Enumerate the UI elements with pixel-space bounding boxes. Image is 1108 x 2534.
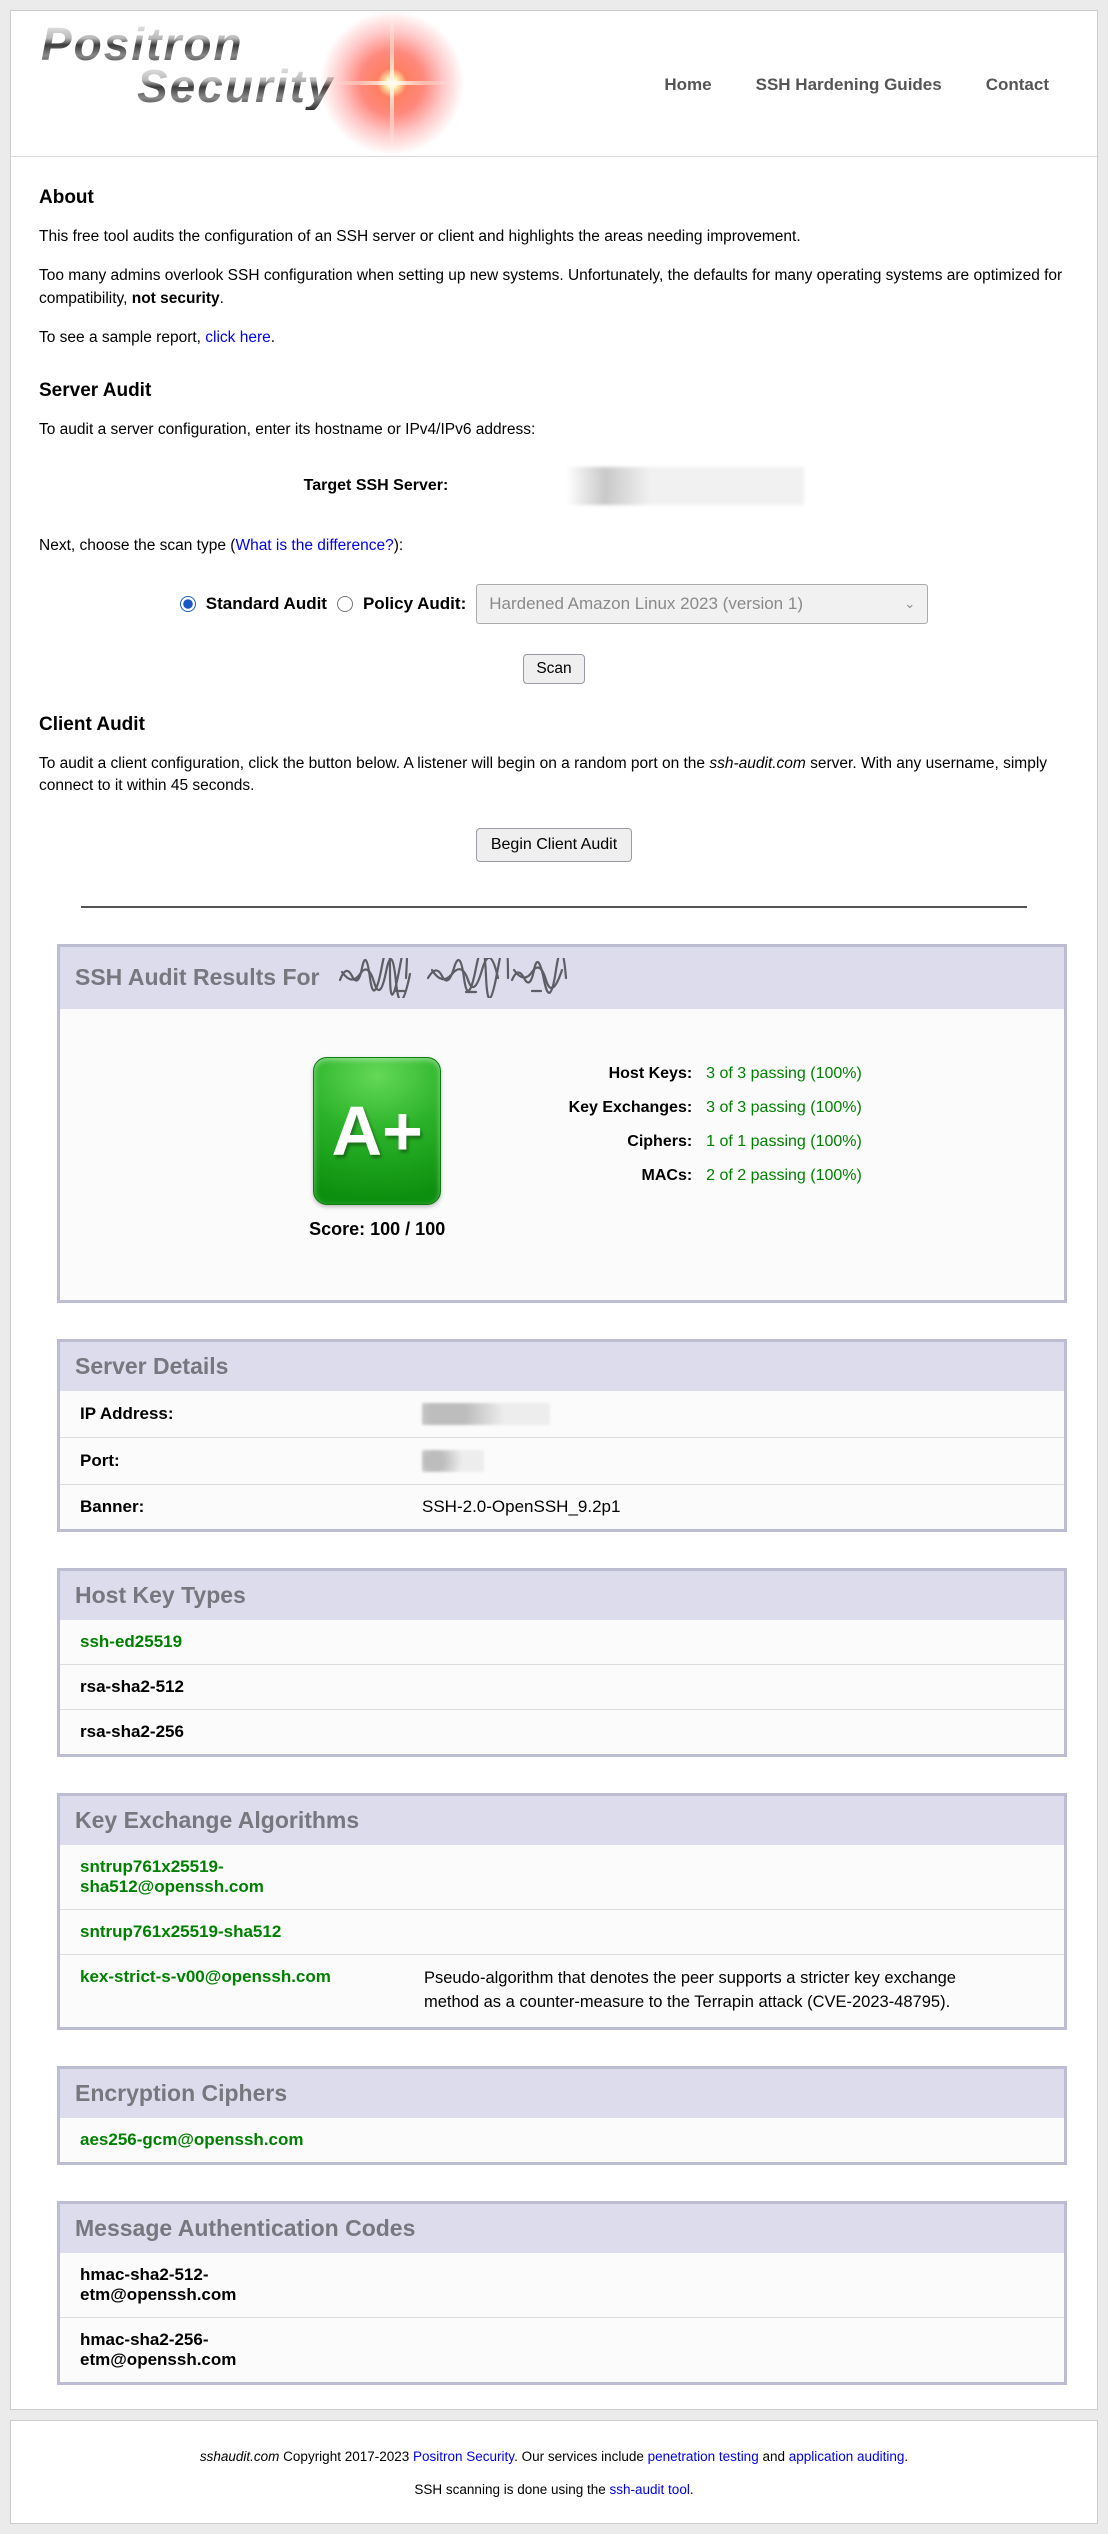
client-audit-button-row: Begin Client Audit — [39, 828, 1069, 862]
about-p2-bold: not security — [132, 290, 220, 307]
results-stats: Host Keys: 3 of 3 passing (100%) Key Exc… — [532, 1057, 862, 1201]
policy-audit-radio[interactable] — [337, 596, 353, 612]
client-audit-title: Client Audit — [39, 714, 1069, 736]
policy-audit-label[interactable]: Policy Audit: — [363, 594, 466, 614]
mac-row: hmac-sha2-256-etm@openssh.com — [60, 2317, 1064, 2382]
banner-value: SSH-2.0-OpenSSH_9.2p1 — [422, 1497, 620, 1517]
server-audit-title: Server Audit — [39, 380, 1069, 402]
footer-line-2: SSH scanning is done using the ssh-audit… — [21, 2482, 1087, 2497]
footer-site-name: sshaudit.com — [200, 2449, 280, 2464]
nav-home[interactable]: Home — [664, 75, 711, 95]
host-key-types-panel: Host Key Types ssh-ed25519 rsa-sha2-512 … — [57, 1568, 1067, 1757]
ssh-audit-tool-link[interactable]: ssh-audit tool — [610, 2482, 690, 2497]
policy-select-dropdown[interactable]: Hardened Amazon Linux 2023 (version 1) ⌄ — [476, 584, 928, 624]
ip-address-label: IP Address: — [80, 1404, 422, 1424]
host-key-row: ssh-ed25519 — [60, 1620, 1064, 1664]
encryption-ciphers-header: Encryption Ciphers — [60, 2069, 1064, 2118]
nav-ssh-hardening-guides[interactable]: SSH Hardening Guides — [756, 75, 942, 95]
policy-select-value: Hardened Amazon Linux 2023 (version 1) — [489, 594, 803, 614]
footer: sshaudit.com Copyright 2017-2023 Positro… — [10, 2420, 1098, 2524]
results-title: SSH Audit Results For — [75, 964, 320, 991]
about-paragraph-2: Too many admins overlook SSH configurati… — [39, 265, 1069, 310]
stats-row-macs: MACs: 2 of 2 passing (100%) — [532, 1167, 862, 1185]
redacted-hostname-scribble — [336, 958, 572, 998]
key-exchange-header: Key Exchange Algorithms — [60, 1796, 1064, 1845]
chevron-down-icon: ⌄ — [904, 596, 915, 612]
banner-label: Banner: — [80, 1497, 422, 1517]
scan-button[interactable]: Scan — [523, 654, 584, 684]
grade-letter: A+ — [331, 1091, 422, 1171]
starburst-icon — [317, 8, 467, 158]
stats-row-key-exchanges: Key Exchanges: 3 of 3 passing (100%) — [532, 1099, 862, 1117]
positron-security-logo[interactable]: Positron Security — [41, 20, 441, 150]
host-key-types-header: Host Key Types — [60, 1571, 1064, 1620]
ip-address-redacted-value — [422, 1403, 550, 1425]
standard-audit-label[interactable]: Standard Audit — [206, 594, 327, 614]
score-text: Score: 100 / 100 — [262, 1219, 492, 1240]
logo-text-line2: Security — [137, 62, 335, 110]
results-body: A+ Score: 100 / 100 Host Keys: 3 of 3 pa… — [60, 1009, 1064, 1300]
ip-address-row: IP Address: — [60, 1391, 1064, 1437]
scan-type-line: Next, choose the scan type (What is the … — [39, 535, 1069, 557]
about-title: About — [39, 187, 1069, 209]
server-details-panel: Server Details IP Address: Port: Banner:… — [57, 1339, 1067, 1532]
target-ssh-server-input[interactable] — [456, 467, 804, 505]
port-row: Port: — [60, 1437, 1064, 1484]
port-label: Port: — [80, 1451, 422, 1471]
mac-row: hmac-sha2-512-etm@openssh.com — [60, 2253, 1064, 2317]
target-ssh-server-label: Target SSH Server: — [304, 477, 449, 495]
section-divider — [81, 906, 1027, 908]
encryption-ciphers-panel: Encryption Ciphers aes256-gcm@openssh.co… — [57, 2066, 1067, 2165]
kex-note: Pseudo-algorithm that denotes the peer s… — [362, 1967, 1044, 2015]
kex-row: sntrup761x25519-sha512 — [60, 1909, 1064, 1954]
about-paragraph-3: To see a sample report, click here. — [39, 327, 1069, 349]
cipher-row: aes256-gcm@openssh.com — [60, 2118, 1064, 2162]
client-audit-paragraph: To audit a client configuration, click t… — [39, 753, 1069, 798]
scan-button-row: Scan — [39, 654, 1069, 684]
positron-security-link[interactable]: Positron Security — [413, 2449, 514, 2464]
sample-report-link[interactable]: click here — [205, 329, 270, 346]
grade-column: A+ Score: 100 / 100 — [262, 1057, 492, 1240]
kex-row: kex-strict-s-v00@openssh.com Pseudo-algo… — [60, 1954, 1064, 2027]
stats-row-ciphers: Ciphers: 1 of 1 passing (100%) — [532, 1133, 862, 1151]
main-card: Positron Security Home SSH Hardening Gui… — [10, 10, 1098, 2410]
host-key-row: rsa-sha2-512 — [60, 1664, 1064, 1709]
server-details-header: Server Details — [60, 1342, 1064, 1391]
main-nav: Home SSH Hardening Guides Contact — [664, 75, 1067, 95]
what-is-difference-link[interactable]: What is the difference? — [235, 537, 393, 554]
nav-contact[interactable]: Contact — [986, 75, 1049, 95]
target-server-row: Target SSH Server: — [39, 467, 1069, 505]
results-panel-header: SSH Audit Results For — [60, 947, 1064, 1009]
host-key-row: rsa-sha2-256 — [60, 1709, 1064, 1754]
ssh-audit-com-italic: ssh-audit.com — [709, 755, 805, 772]
application-auditing-link[interactable]: application auditing — [789, 2449, 905, 2464]
server-audit-intro: To audit a server configuration, enter i… — [39, 419, 1069, 441]
banner-row: Banner: SSH-2.0-OpenSSH_9.2p1 — [60, 1484, 1064, 1529]
port-redacted-value — [422, 1450, 484, 1472]
scan-type-row: Standard Audit Policy Audit: Hardened Am… — [39, 584, 1069, 624]
penetration-testing-link[interactable]: penetration testing — [648, 2449, 759, 2464]
begin-client-audit-button[interactable]: Begin Client Audit — [476, 828, 632, 862]
kex-row: sntrup761x25519-sha512@openssh.com — [60, 1845, 1064, 1909]
key-exchange-panel: Key Exchange Algorithms sntrup761x25519-… — [57, 1793, 1067, 2030]
ssh-audit-results-panel: SSH Audit Results For A+ Score: 100 / — [57, 944, 1067, 1303]
macs-panel: Message Authentication Codes hmac-sha2-5… — [57, 2201, 1067, 2385]
site-header: Positron Security Home SSH Hardening Gui… — [11, 11, 1097, 157]
footer-line-1: sshaudit.com Copyright 2017-2023 Positro… — [21, 2449, 1087, 2464]
grade-badge: A+ — [313, 1057, 441, 1205]
stats-row-host-keys: Host Keys: 3 of 3 passing (100%) — [532, 1065, 862, 1083]
macs-header: Message Authentication Codes — [60, 2204, 1064, 2253]
about-paragraph-1: This free tool audits the configuration … — [39, 226, 1069, 248]
standard-audit-radio[interactable] — [180, 596, 196, 612]
